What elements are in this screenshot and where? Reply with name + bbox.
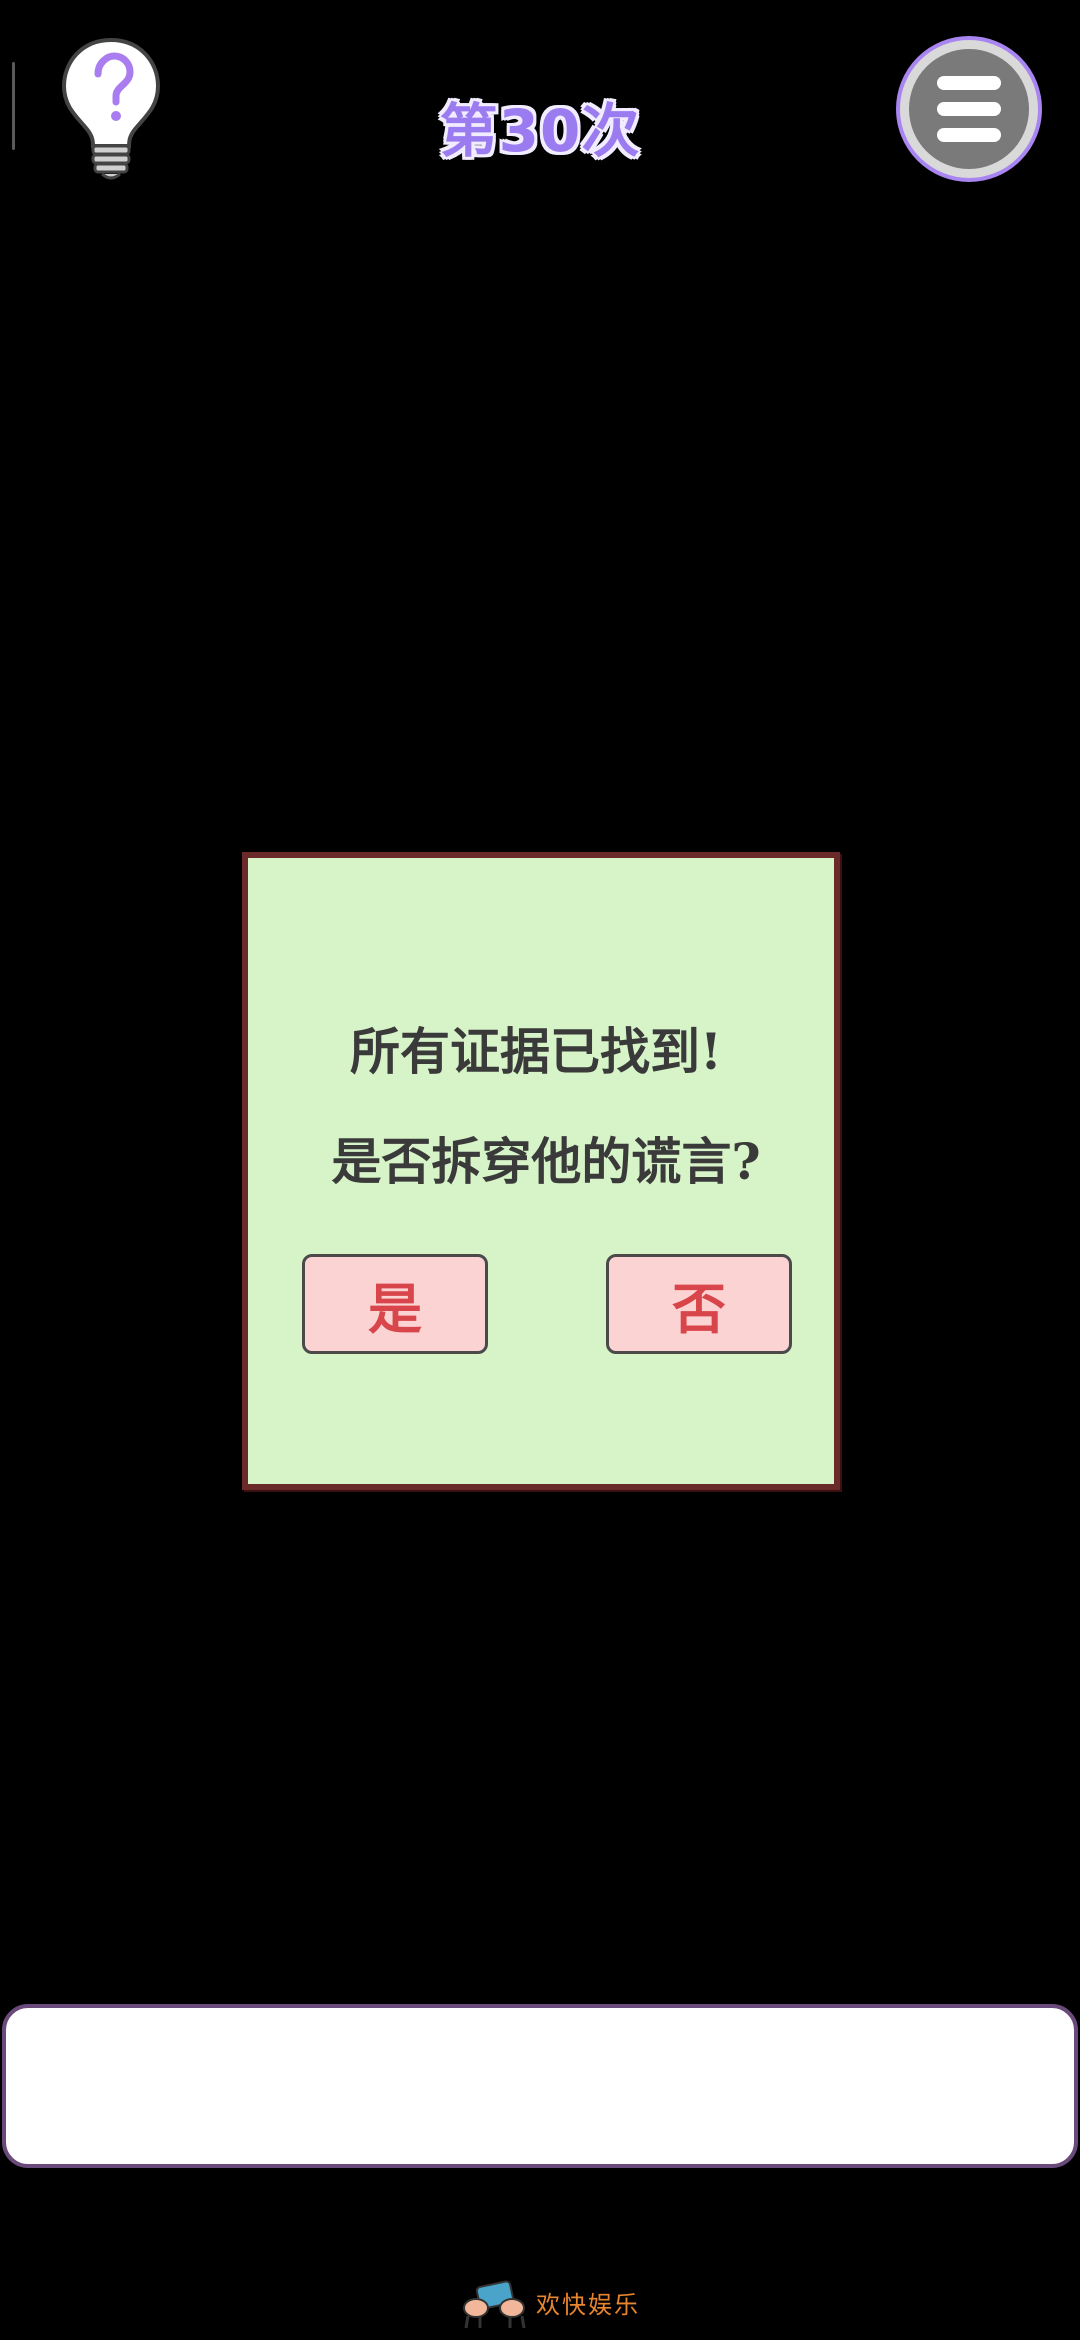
menu-line — [937, 76, 1001, 90]
hamburger-menu-icon — [909, 49, 1029, 169]
confirm-dialog: 所有证据已找到! 是否拆穿他的谎言? 是 否 — [242, 852, 840, 1490]
watermark: 欢快娱乐 — [460, 2274, 640, 2330]
watermark-text: 欢快娱乐 — [536, 2290, 640, 2319]
dialog-message-line2: 是否拆穿他的谎言? — [331, 1132, 761, 1191]
menu-button[interactable] — [896, 36, 1042, 182]
no-button[interactable]: 否 — [606, 1254, 792, 1354]
yes-button[interactable]: 是 — [302, 1254, 488, 1354]
message-box — [2, 2004, 1078, 2168]
menu-line — [937, 102, 1001, 116]
menu-line — [937, 128, 1001, 142]
hands-phone-logo-icon — [463, 2280, 526, 2329]
dialog-message-line1: 所有证据已找到! — [350, 1022, 722, 1081]
